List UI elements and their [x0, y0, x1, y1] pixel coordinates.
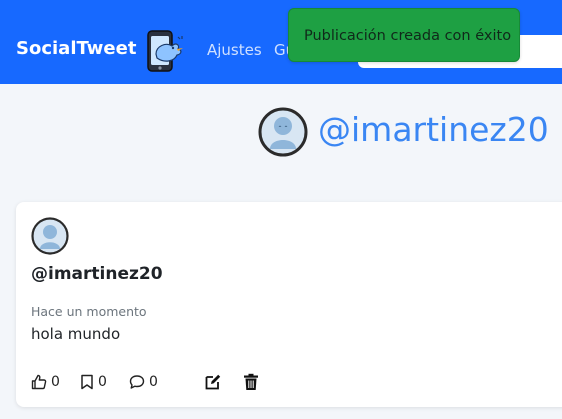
- delete-button[interactable]: [243, 372, 259, 392]
- nav-link-ajustes[interactable]: Ajustes: [207, 41, 262, 59]
- save-count: 0: [98, 374, 107, 390]
- bookmark-icon: [81, 374, 93, 390]
- comment-icon: [129, 375, 145, 389]
- thumbs-up-icon: [31, 374, 47, 390]
- trash-icon: [244, 373, 258, 390]
- like-button[interactable]: 0: [31, 372, 60, 392]
- profile-handle: @imartinez20: [318, 110, 549, 149]
- toast-message: Publicación creada con éxito: [304, 28, 512, 44]
- edit-button[interactable]: [204, 372, 222, 392]
- comment-count: 0: [149, 374, 158, 390]
- save-button[interactable]: 0: [80, 372, 107, 392]
- brand-name[interactable]: SocialTweet: [16, 38, 136, 59]
- edit-icon: [205, 374, 221, 390]
- profile-avatar: [258, 107, 308, 157]
- post-text: hola mundo: [31, 325, 121, 343]
- success-toast: Publicación creada con éxito: [288, 8, 520, 62]
- post-timestamp: Hace un momento: [31, 304, 147, 319]
- comment-button[interactable]: 0: [129, 372, 158, 392]
- post-card: @imartinez20 Hace un momento hola mundo …: [16, 202, 562, 407]
- like-count: 0: [51, 374, 60, 390]
- post-avatar: [31, 217, 69, 255]
- phone-bird-logo-icon: [147, 30, 183, 72]
- post-author-handle[interactable]: @imartinez20: [31, 264, 163, 284]
